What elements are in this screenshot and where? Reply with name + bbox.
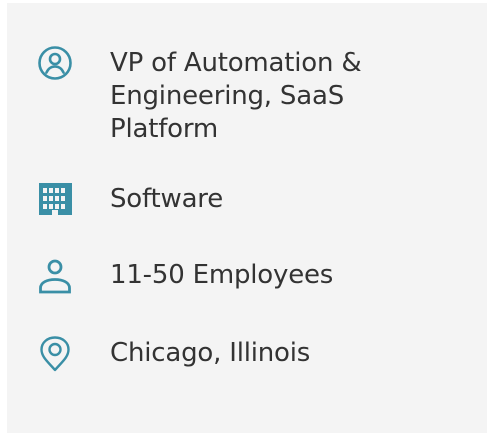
profile-details-card: VP of Automation & Engineering, SaaS Pla… bbox=[7, 3, 487, 433]
location: Chicago, Illinois bbox=[110, 338, 311, 368]
job-title: VP of Automation & Engineering, SaaS Pla… bbox=[110, 48, 362, 144]
user-circle-icon bbox=[37, 45, 73, 81]
location-pin-icon bbox=[37, 336, 73, 372]
person-icon bbox=[37, 258, 73, 294]
company-size: 11-50 Employees bbox=[110, 260, 334, 290]
industry: Software bbox=[110, 184, 224, 214]
building-icon bbox=[38, 181, 74, 217]
